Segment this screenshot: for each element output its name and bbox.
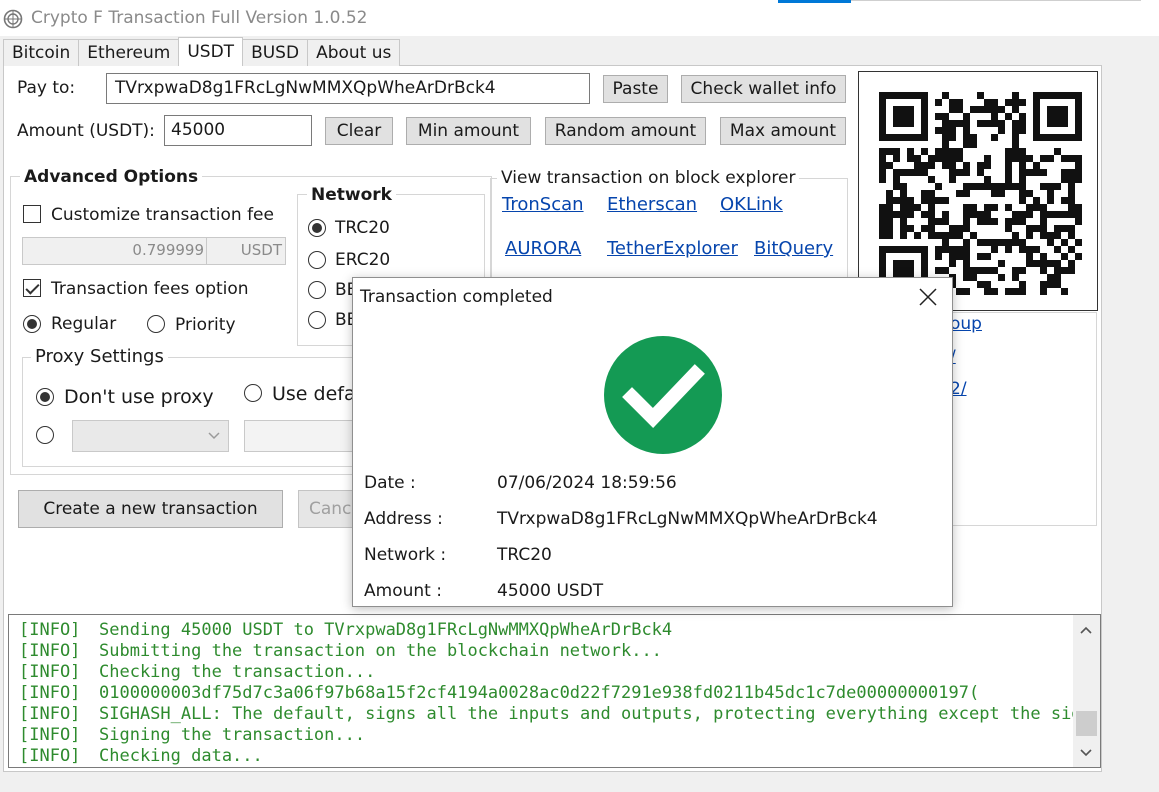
address-value: TVrxpwaD8g1FRcLgNwMMXQpWheArDrBck4 (497, 509, 878, 529)
no-proxy-radio[interactable] (36, 388, 54, 406)
log-line: [INFO] SIGHASH_ALL: The default, signs al… (19, 704, 1101, 724)
regular-fee-label: Regular (51, 314, 117, 334)
transaction-completed-dialog: Transaction completed Date : 07/06/2024 … (352, 277, 953, 607)
advanced-options-title: Advanced Options (20, 167, 203, 187)
amount-value: 45000 USDT (497, 581, 604, 601)
etherscan-link[interactable]: Etherscan (607, 194, 697, 215)
tab-busd[interactable]: BUSD (242, 39, 309, 66)
window-title: Crypto F Transaction Full Version 1.0.52 (31, 8, 368, 28)
priority-fee-label: Priority (175, 315, 236, 335)
amount-label: Amount (USDT): (17, 121, 155, 141)
log-line: [INFO] Sending 45000 USDT to TVrxpwaD8g1F… (19, 620, 673, 640)
log-line: [INFO] 0100000003df75d7c3a06f97b68a15f2cf… (19, 683, 980, 703)
amount-key: Amount : (364, 581, 442, 601)
oklink-link[interactable]: OKLink (720, 194, 783, 215)
scroll-down-icon[interactable] (1079, 748, 1093, 758)
tab-about-us[interactable]: About us (307, 39, 401, 66)
log-line: [INFO] Checking data... (19, 746, 263, 766)
aurora-link[interactable]: AURORA (505, 238, 581, 259)
network-label-erc20: ERC20 (335, 250, 391, 270)
regular-fee-radio[interactable] (23, 315, 41, 333)
date-value: 07/06/2024 18:59:56 (497, 473, 677, 493)
tab-bitcoin[interactable]: Bitcoin (3, 39, 80, 66)
log-line: [INFO] Checking the transaction... (19, 662, 376, 682)
min-amount-button[interactable]: Min amount (406, 117, 531, 145)
coin-icon (3, 9, 23, 29)
title-accent-bar (778, 0, 851, 3)
log-scrollbar[interactable] (1073, 615, 1100, 767)
checkmark-circle-icon (604, 336, 722, 454)
network-value: TRC20 (497, 545, 552, 565)
tab-usdt[interactable]: USDT (178, 37, 244, 66)
partial-link-1[interactable]: oup (950, 314, 982, 334)
fees-option-label: Transaction fees option (51, 279, 249, 299)
log-line: [INFO] Signing the transaction... (19, 725, 366, 745)
fee-unit-value: USDT (240, 241, 282, 259)
network-radio-bep2[interactable] (308, 311, 326, 329)
network-radio-trc20[interactable] (308, 219, 326, 237)
tab-bar: Bitcoin Ethereum USDT BUSD About us (3, 37, 401, 66)
default-proxy-radio[interactable] (244, 384, 262, 402)
bitquery-link[interactable]: BitQuery (754, 238, 833, 259)
log-output[interactable]: [INFO] Sending 45000 USDT to TVrxpwaD8g1F… (8, 614, 1101, 768)
clear-button[interactable]: Clear (325, 117, 393, 145)
scroll-up-icon[interactable] (1079, 625, 1093, 635)
log-scroll-thumb[interactable] (1076, 711, 1097, 736)
proxy-address-input[interactable] (244, 420, 359, 452)
proxy-type-select[interactable] (72, 420, 229, 452)
chevron-down-icon (208, 432, 220, 440)
pay-to-label: Pay to: (17, 78, 76, 98)
custom-proxy-radio[interactable] (36, 426, 54, 444)
fee-amount-value: 0.799999 (132, 241, 204, 259)
address-key: Address : (364, 509, 443, 529)
amount-input[interactable]: 45000 (164, 115, 312, 146)
default-proxy-label: Use defa (272, 383, 356, 405)
title-divider (851, 0, 1141, 1)
create-transaction-button[interactable]: Create a new transaction (18, 490, 283, 528)
pay-to-input[interactable]: TVrxpwaD8g1FRcLgNwMMXQpWheArDrBck4 (106, 73, 590, 104)
fees-option-checkbox[interactable] (23, 279, 41, 297)
network-radio-erc20[interactable] (308, 251, 326, 269)
qr-code-image (879, 92, 1082, 295)
network-title: Network (307, 185, 396, 205)
cancel-button[interactable]: Canc (298, 490, 358, 528)
proxy-settings-title: Proxy Settings (31, 346, 168, 367)
log-line: [INFO] Submitting the transaction on the … (19, 641, 662, 661)
max-amount-button[interactable]: Max amount (720, 117, 846, 145)
network-label-trc20: TRC20 (335, 218, 390, 238)
explorer-group (490, 178, 848, 278)
customize-fee-checkbox[interactable] (23, 205, 41, 223)
customize-fee-label: Customize transaction fee (51, 205, 274, 225)
priority-fee-radio[interactable] (147, 315, 165, 333)
network-key: Network : (364, 545, 447, 565)
tab-ethereum[interactable]: Ethereum (78, 39, 180, 66)
close-icon[interactable] (913, 282, 943, 312)
random-amount-button[interactable]: Random amount (545, 117, 706, 145)
explorer-title: View transaction on block explorer (497, 168, 800, 188)
qr-code (858, 71, 1098, 311)
tronscan-link[interactable]: TronScan (502, 194, 584, 215)
tetherexplorer-link[interactable]: TetherExplorer (607, 238, 738, 259)
check-wallet-info-button[interactable]: Check wallet info (681, 75, 846, 103)
paste-button[interactable]: Paste (603, 75, 668, 103)
no-proxy-label: Don't use proxy (64, 386, 214, 408)
date-key: Date : (364, 473, 416, 493)
network-radio-bep20[interactable] (308, 281, 326, 299)
dialog-title: Transaction completed (360, 287, 553, 307)
